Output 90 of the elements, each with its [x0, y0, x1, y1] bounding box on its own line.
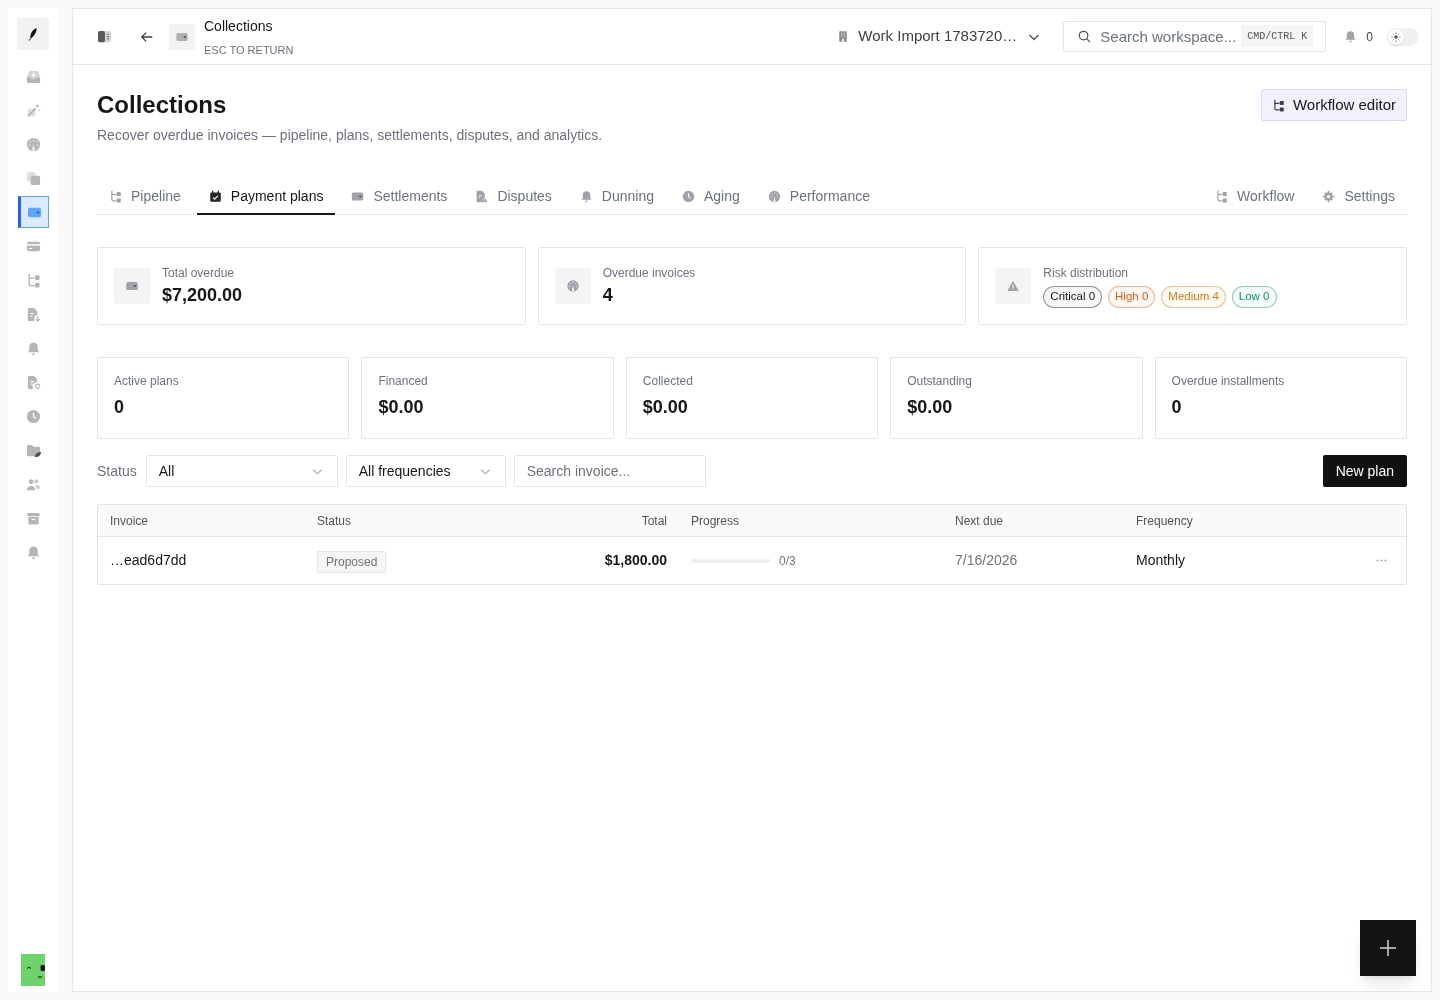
gauge-icon	[554, 268, 591, 304]
tab[interactable]: Disputes	[463, 179, 564, 215]
bell-icon	[25, 544, 41, 560]
risk-badge: Critical 0	[1043, 285, 1103, 308]
tab[interactable]: Payment plans	[196, 179, 336, 215]
shortcut-hint: CMD/CTRL K	[1241, 25, 1314, 47]
more-icon[interactable]	[1375, 559, 1387, 562]
tab[interactable]: Aging	[670, 179, 752, 215]
theme-toggle[interactable]	[1387, 27, 1419, 46]
bell-icon[interactable]	[1344, 30, 1358, 43]
warning-icon	[995, 268, 1032, 304]
table-cell-text: 7/16/2026	[954, 551, 1019, 570]
bell-icon	[25, 340, 41, 356]
page-context-title: Collections	[204, 16, 274, 36]
stat-label: Overdue installments	[1171, 373, 1286, 389]
new-plan-button[interactable]: New plan	[1322, 455, 1407, 487]
stat-label: Collected	[642, 373, 694, 389]
stat-label: Financed	[378, 373, 429, 389]
folder-icon	[25, 442, 41, 458]
card-label: Overdue invoices	[602, 265, 696, 281]
building-icon	[837, 29, 850, 44]
users-icon	[25, 476, 41, 492]
clock-icon	[682, 189, 695, 203]
branch-icon	[109, 189, 122, 203]
tab[interactable]: Settings	[1310, 179, 1407, 215]
stat-value: $0.00	[378, 396, 425, 419]
wallet-icon	[114, 268, 150, 304]
wallet-icon	[351, 189, 365, 203]
stat-value: $0.00	[907, 396, 954, 419]
column-header: Frequency	[1135, 512, 1194, 530]
frequency-select[interactable]: All frequencies	[345, 455, 506, 487]
document-refresh-icon	[25, 374, 41, 390]
workspace-switcher[interactable]: Work Import 1783720…	[837, 25, 1041, 48]
logo-icon[interactable]	[17, 18, 49, 50]
branch-icon	[1215, 189, 1229, 203]
risk-badge: Low 0	[1231, 285, 1277, 308]
workflow-editor-button[interactable]: Workflow editor	[1260, 89, 1407, 121]
gauge-icon	[767, 189, 781, 203]
nav-button[interactable]	[17, 196, 49, 228]
stat-label: Outstanding	[907, 373, 973, 389]
stat-value: $0.00	[642, 396, 689, 419]
status-badge: Proposed	[317, 550, 387, 573]
archive-icon	[25, 510, 41, 526]
settings-icon	[1322, 189, 1336, 203]
avatar-icon[interactable]	[21, 954, 45, 986]
back-arrow-icon[interactable]	[140, 29, 154, 44]
page-title: Collections	[97, 90, 228, 120]
wallet-icon	[169, 23, 195, 50]
stat-value: 0	[1171, 396, 1183, 419]
document-download-icon	[25, 306, 41, 322]
column-header: Total	[640, 512, 668, 530]
magic-wand-icon	[25, 102, 41, 118]
stat-label: Active plans	[114, 373, 180, 389]
plus-icon	[1380, 940, 1396, 956]
bell-icon	[579, 189, 593, 203]
tab[interactable]: Pipeline	[97, 179, 193, 215]
inbox-icon	[25, 68, 41, 84]
card-label: Total overdue	[162, 265, 236, 281]
sidebar-toggle-icon[interactable]	[97, 29, 112, 44]
page-subtitle: Recover overdue invoices — pipeline, plans, settlements, disputes, and analytics.	[97, 126, 603, 145]
progress-reading: 0/3	[779, 552, 796, 570]
calendar-icon	[208, 189, 222, 203]
clock-icon	[25, 408, 41, 424]
tab[interactable]: Settlements	[339, 179, 460, 215]
status-select[interactable]: All	[145, 455, 338, 487]
card-label: Risk distribution	[1043, 264, 1130, 281]
tab[interactable]: Performance	[755, 179, 882, 215]
risk-badge: High 0	[1108, 285, 1156, 308]
branch-icon	[1271, 98, 1285, 112]
risk-badge: Medium 4	[1161, 285, 1226, 308]
card-value: 4	[602, 284, 614, 307]
column-header: Progress	[690, 512, 741, 530]
table-cell-text: …ead6d7dd	[109, 551, 188, 570]
escape-hint: ESC TO RETURN	[204, 42, 294, 58]
tab[interactable]: Workflow	[1203, 179, 1307, 215]
table-cell-text: Monthly	[1135, 551, 1187, 570]
column-header: Invoice	[109, 512, 150, 530]
notification-count: 0	[1366, 28, 1373, 46]
copies-icon	[25, 170, 41, 186]
stat-value: 0	[114, 396, 125, 419]
invoice-search-field[interactable]: Search invoice...	[513, 455, 706, 487]
gauge-icon	[25, 136, 41, 152]
tab[interactable]: Dunning	[567, 179, 666, 215]
search-icon	[1078, 30, 1092, 43]
filter-label: Status	[97, 461, 137, 481]
column-header: Next due	[954, 512, 1005, 530]
document-warning-icon	[475, 189, 489, 203]
card-value: $7,200.00	[162, 284, 243, 307]
column-header: Status	[316, 512, 353, 530]
table-cell-text: $1,800.00	[603, 551, 668, 570]
